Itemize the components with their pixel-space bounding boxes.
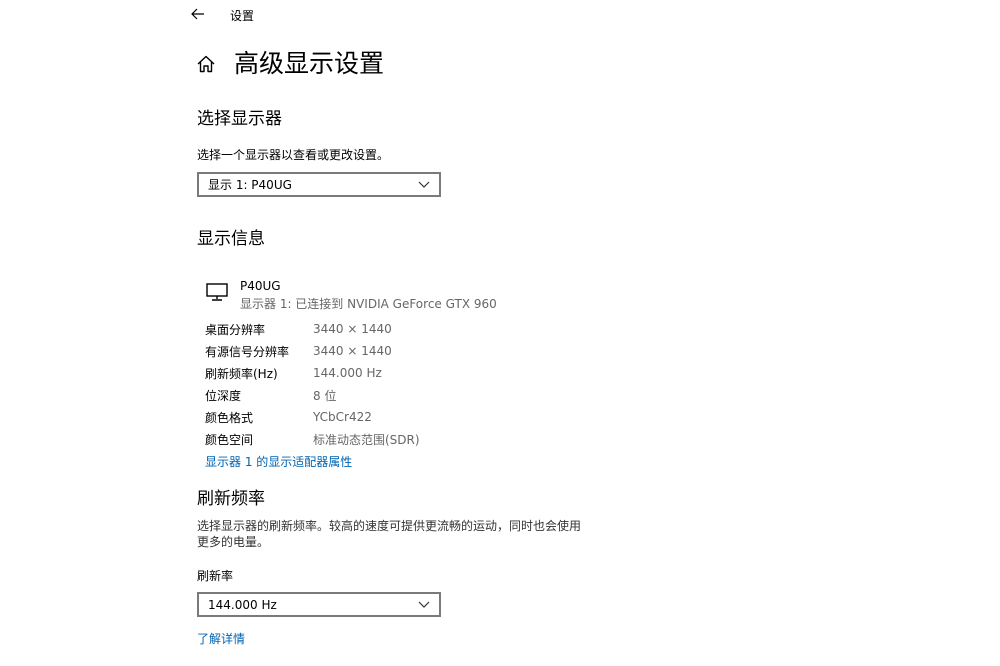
refresh-description-line1: 选择显示器的刷新频率。较高的速度可提供更流畅的运动，同时也会使用 [197, 519, 582, 533]
select-display-description: 选择一个显示器以查看或更改设置。 [197, 148, 390, 162]
info-row-refresh-rate: 刷新频率(Hz) 144.000 Hz [205, 362, 420, 384]
monitor-connection: 显示器 1: 已连接到 NVIDIA GeForce GTX 960 [240, 297, 497, 311]
refresh-rate-select[interactable]: 144.000 Hz [197, 592, 441, 617]
display-select[interactable]: 显示 1: P40UG [197, 172, 441, 197]
info-label: 位深度 [205, 388, 242, 403]
info-row-active-signal-resolution: 有源信号分辨率 3440 × 1440 [205, 340, 420, 362]
select-display-heading: 选择显示器 [197, 109, 282, 129]
display-info-table: 桌面分辨率 3440 × 1440 有源信号分辨率 3440 × 1440 刷新… [205, 318, 420, 450]
back-button[interactable] [186, 3, 210, 25]
window-title: 设置 [230, 9, 255, 23]
info-row-desktop-resolution: 桌面分辨率 3440 × 1440 [205, 318, 420, 340]
info-value: YCbCr422 [313, 410, 372, 424]
info-label: 有源信号分辨率 [205, 344, 290, 359]
info-row-bit-depth: 位深度 8 位 [205, 384, 420, 406]
home-icon [197, 55, 215, 73]
info-row-color-space: 颜色空间 标准动态范围(SDR) [205, 428, 420, 450]
display-select-value: 显示 1: P40UG [208, 178, 292, 192]
info-row-color-format: 颜色格式 YCbCr422 [205, 406, 420, 428]
display-info-heading: 显示信息 [197, 229, 265, 249]
learn-more-link[interactable]: 了解详情 [197, 630, 245, 647]
monitor-name: P40UG [240, 279, 281, 293]
chevron-down-icon [409, 601, 439, 608]
info-label: 颜色格式 [205, 410, 254, 425]
back-arrow-icon [191, 8, 204, 20]
adapter-properties-link[interactable]: 显示器 1 的显示适配器属性 [205, 453, 352, 470]
info-value: 144.000 Hz [313, 366, 382, 380]
info-value: 3440 × 1440 [313, 344, 392, 358]
info-value: 8 位 [313, 388, 337, 403]
info-value: 标准动态范围(SDR) [313, 432, 420, 447]
settings-window: 设置 高级显示设置 选择显示器 选择一个显示器以查看或更改设置。 显示 1: P… [0, 0, 1000, 666]
refresh-rate-heading: 刷新频率 [197, 489, 265, 509]
info-label: 颜色空间 [205, 432, 254, 447]
chevron-down-icon [409, 181, 439, 188]
info-label: 桌面分辨率 [205, 322, 266, 337]
info-value: 3440 × 1440 [313, 322, 392, 336]
refresh-description-line2: 更多的电量。 [197, 535, 270, 549]
refresh-rate-label: 刷新率 [197, 569, 234, 583]
monitor-icon [206, 283, 228, 301]
info-label: 刷新频率(Hz) [205, 366, 278, 381]
refresh-rate-select-value: 144.000 Hz [208, 597, 277, 612]
page-title: 高级显示设置 [234, 49, 385, 78]
